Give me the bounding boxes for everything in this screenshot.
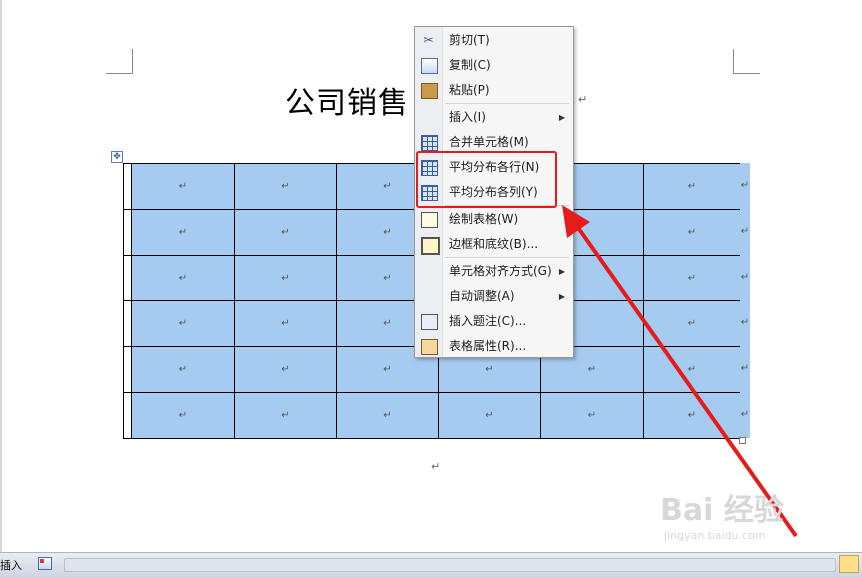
watermark-logo: Bai 经验	[660, 493, 784, 528]
view-layout-icon[interactable]	[839, 555, 859, 573]
watermark: Bai 经验 jingyan.baidu.com	[660, 485, 784, 542]
status-bar: 插入	[0, 552, 862, 577]
annotation-arrow-head-icon	[562, 205, 590, 238]
watermark-url: jingyan.baidu.com	[664, 529, 766, 542]
macro-record-icon[interactable]	[38, 557, 52, 570]
insert-mode-indicator[interactable]: 插入	[0, 557, 22, 573]
status-bar-track	[64, 558, 836, 572]
